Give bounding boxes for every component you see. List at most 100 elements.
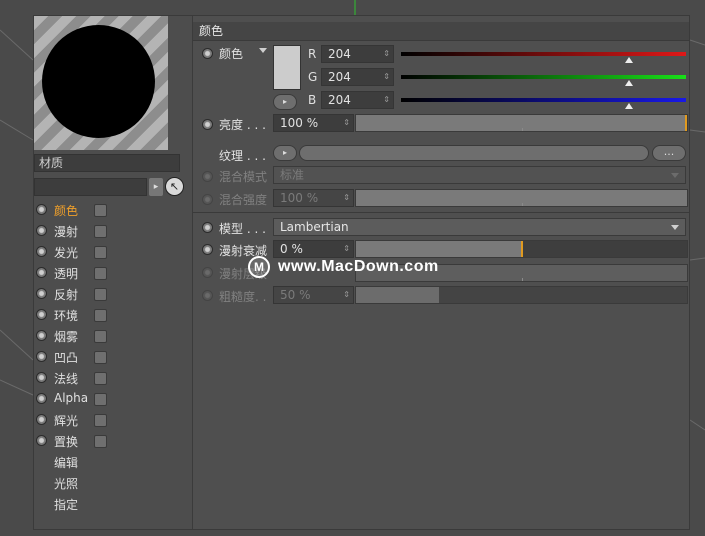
b-value-field[interactable]: 204 ⇕ <box>321 91 394 109</box>
channel-radio[interactable] <box>36 351 47 362</box>
channel-luminance[interactable]: 发光 <box>36 242 116 262</box>
model-dropdown[interactable]: Lambertian <box>273 218 686 236</box>
assignment-item[interactable]: 指定 <box>54 496 78 513</box>
pointer-icon[interactable]: ↖ <box>165 177 184 196</box>
roughness-radio[interactable] <box>202 290 213 301</box>
color-label: 颜色 <box>219 47 244 61</box>
blend-strength-label: 混合强度 <box>219 193 268 207</box>
roughness-fill <box>356 287 439 303</box>
color-swatch[interactable] <box>273 45 301 90</box>
channel-checkbox[interactable] <box>94 372 107 385</box>
channel-checkbox[interactable] <box>94 393 107 406</box>
roughness-value: 50 % <box>280 288 311 302</box>
watermark-text: www.MacDown.com <box>278 258 439 275</box>
channel-radio[interactable] <box>36 225 47 236</box>
brightness-field[interactable]: 100 % ⇕ <box>273 114 354 132</box>
r-slider-handle[interactable] <box>625 57 633 63</box>
texture-options-icon[interactable]: ▸ <box>273 145 297 161</box>
channel-radio[interactable] <box>36 372 47 383</box>
blend-strength-value: 100 % <box>280 191 319 205</box>
spinner-icon[interactable]: ⇕ <box>343 115 350 131</box>
spinner-icon[interactable]: ⇕ <box>383 46 390 62</box>
channel-checkbox[interactable] <box>94 204 107 217</box>
spinner-icon[interactable]: ⇕ <box>383 69 390 85</box>
channel-checkbox[interactable] <box>94 414 107 427</box>
channel-checkbox[interactable] <box>94 267 107 280</box>
channel-radio[interactable] <box>36 288 47 299</box>
b-slider-handle[interactable] <box>625 103 633 109</box>
channel-label: 法线 <box>54 372 79 386</box>
spinner-icon[interactable]: ⇕ <box>343 190 350 206</box>
channel-checkbox[interactable] <box>94 246 107 259</box>
blend-strength-radio[interactable] <box>202 194 213 205</box>
channel-color[interactable]: 颜色 <box>36 200 116 220</box>
texture-browse-button[interactable]: ... <box>652 145 686 161</box>
r-value: 204 <box>328 47 351 61</box>
channel-fog[interactable]: 烟雾 <box>36 326 116 346</box>
channel-bump[interactable]: 凹凸 <box>36 347 116 367</box>
channel-label: 反射 <box>54 288 79 302</box>
blend-mode-dropdown[interactable]: 标准 <box>273 166 686 184</box>
roughness-slider[interactable] <box>355 286 688 304</box>
channel-checkbox[interactable] <box>94 309 107 322</box>
blend-mode-radio[interactable] <box>202 171 213 182</box>
slider-tick <box>521 278 523 281</box>
channel-checkbox[interactable] <box>94 225 107 238</box>
channel-radio[interactable] <box>36 309 47 320</box>
channel-radio[interactable] <box>36 204 47 215</box>
channel-search-input[interactable] <box>34 178 147 196</box>
channel-radio[interactable] <box>36 330 47 341</box>
channel-displacement[interactable]: 置换 <box>36 431 116 451</box>
r-slider[interactable] <box>401 52 686 56</box>
channel-label: 透明 <box>54 267 79 281</box>
brightness-radio[interactable] <box>202 119 213 130</box>
channel-diffusion[interactable]: 漫射 <box>36 221 116 241</box>
material-preview[interactable] <box>34 16 168 150</box>
spinner-icon[interactable]: ⇕ <box>383 92 390 108</box>
material-name-field[interactable]: 材质 <box>34 154 180 172</box>
blend-strength-field[interactable]: 100 % ⇕ <box>273 189 354 207</box>
channel-checkbox[interactable] <box>94 288 107 301</box>
chevron-down-icon <box>671 173 679 178</box>
texture-slot[interactable] <box>299 145 649 161</box>
channel-glow[interactable]: 辉光 <box>36 410 116 430</box>
channel-label: 环境 <box>54 309 79 323</box>
g-slider-handle[interactable] <box>625 80 633 86</box>
channel-alpha[interactable]: Alpha <box>36 389 116 409</box>
channel-transparency[interactable]: 透明 <box>36 263 116 283</box>
blend-strength-slider[interactable] <box>355 189 688 207</box>
illumination-item[interactable]: 光照 <box>54 475 78 492</box>
brightness-slider[interactable] <box>355 114 688 132</box>
channel-radio[interactable] <box>36 267 47 278</box>
channel-reflectance[interactable]: 反射 <box>36 284 116 304</box>
diffuse-falloff-radio[interactable] <box>202 244 213 255</box>
g-slider[interactable] <box>401 75 686 79</box>
channel-radio[interactable] <box>36 414 47 425</box>
roughness-field[interactable]: 50 % ⇕ <box>273 286 354 304</box>
g-label: G <box>308 70 318 84</box>
editor-item[interactable]: 编辑 <box>54 454 78 471</box>
diffuse-level-radio[interactable] <box>202 267 213 278</box>
section-divider <box>193 212 689 213</box>
expand-arrow-icon[interactable]: ▸ <box>149 178 163 196</box>
r-value-field[interactable]: 204 ⇕ <box>321 45 394 63</box>
color-options-icon[interactable]: ▸ <box>273 94 297 110</box>
model-radio[interactable] <box>202 222 213 233</box>
brightness-slider-handle[interactable] <box>685 115 687 131</box>
color-param-radio[interactable] <box>202 48 213 59</box>
spinner-icon[interactable]: ⇕ <box>343 287 350 303</box>
channel-checkbox[interactable] <box>94 435 107 448</box>
b-slider[interactable] <box>401 98 686 102</box>
channel-radio[interactable] <box>36 435 47 446</box>
channel-normal[interactable]: 法线 <box>36 368 116 388</box>
channel-environment[interactable]: 环境 <box>36 305 116 325</box>
slider-tick <box>521 203 523 206</box>
color-picker-toggle-icon[interactable] <box>259 48 267 53</box>
channel-radio[interactable] <box>36 393 47 404</box>
g-value-field[interactable]: 204 ⇕ <box>321 68 394 86</box>
channel-radio[interactable] <box>36 246 47 257</box>
diffuse-falloff-handle[interactable] <box>520 241 523 257</box>
spinner-icon[interactable]: ⇕ <box>343 241 350 257</box>
channel-checkbox[interactable] <box>94 351 107 364</box>
channel-checkbox[interactable] <box>94 330 107 343</box>
